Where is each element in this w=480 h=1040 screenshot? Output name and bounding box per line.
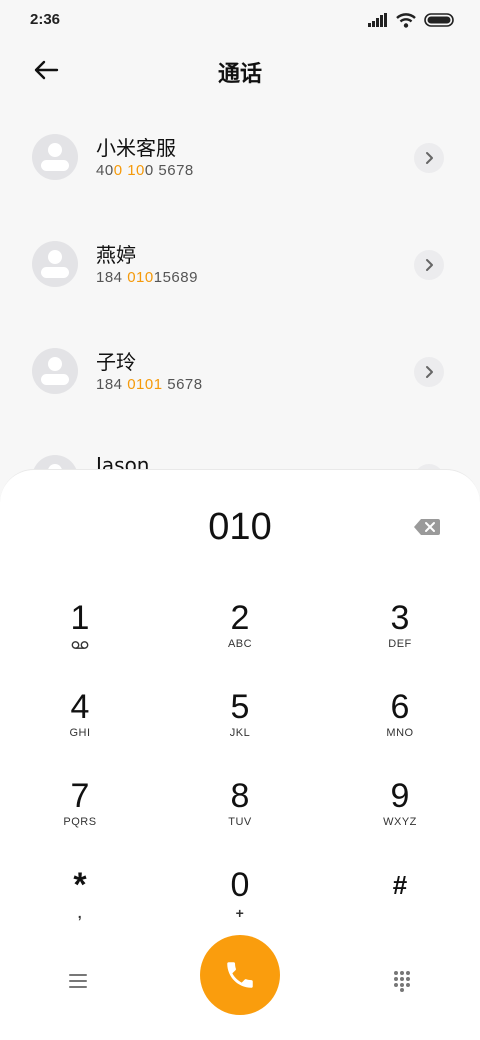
key-4[interactable]: 4 GHI bbox=[20, 685, 140, 765]
key-letters: , bbox=[77, 905, 83, 921]
contact-number: 184 0101 5678 bbox=[96, 376, 203, 393]
call-button[interactable] bbox=[200, 935, 280, 1015]
key-letters: GHI bbox=[69, 727, 91, 739]
backspace-button[interactable] bbox=[412, 516, 442, 538]
key-letters: MNO bbox=[386, 727, 414, 739]
key-digit: 4 bbox=[70, 688, 90, 726]
menu-button[interactable] bbox=[58, 961, 98, 1001]
dialed-number: 010 bbox=[208, 506, 272, 548]
key-digit: 1 bbox=[70, 599, 90, 637]
status-bar: 2:36 bbox=[0, 0, 480, 40]
wifi-icon bbox=[396, 12, 416, 28]
battery-icon bbox=[424, 13, 454, 27]
keypad-toggle-button[interactable] bbox=[382, 961, 422, 1001]
key-digit: 2 bbox=[230, 599, 250, 637]
contact-item[interactable]: 燕婷 184 01015689 bbox=[0, 227, 480, 307]
key-digit: 3 bbox=[390, 599, 410, 637]
avatar bbox=[32, 241, 78, 287]
chevron-right-icon bbox=[426, 259, 433, 271]
number-match: 0101 bbox=[127, 376, 163, 393]
voicemail-icon bbox=[71, 641, 89, 649]
contact-item[interactable]: 子玲 184 0101 5678 bbox=[0, 334, 480, 414]
contact-name: 燕婷 bbox=[96, 243, 136, 267]
key-digit: 0 bbox=[230, 866, 250, 904]
avatar bbox=[32, 134, 78, 180]
contact-number: 184 01015689 bbox=[96, 269, 198, 286]
key-digit: * bbox=[73, 866, 87, 904]
key-digit: # bbox=[392, 870, 408, 900]
contact-item[interactable]: 小米客服 400 100 5678 bbox=[0, 120, 480, 200]
key-letters: WXYZ bbox=[383, 816, 417, 828]
number-part: 15689 bbox=[153, 269, 198, 286]
contact-detail-button[interactable] bbox=[414, 357, 444, 387]
key-8[interactable]: 8 TUV bbox=[180, 774, 300, 854]
contact-name: 小米客服 bbox=[96, 136, 176, 160]
key-digit: 5 bbox=[230, 688, 250, 726]
key-digit: 8 bbox=[230, 777, 250, 815]
signal-icon bbox=[368, 13, 387, 27]
page-title: 通话 bbox=[217, 62, 262, 87]
status-time: 2:36 bbox=[30, 11, 61, 28]
chevron-right-icon bbox=[426, 366, 433, 378]
key-7[interactable]: 7 PQRS bbox=[20, 774, 140, 854]
key-digit: 6 bbox=[390, 688, 410, 726]
dialer-actions bbox=[0, 935, 480, 1021]
key-star[interactable]: * , bbox=[20, 863, 140, 943]
contact-number: 400 100 5678 bbox=[96, 162, 194, 179]
number-part: 184 bbox=[96, 376, 128, 393]
number-part: 40 bbox=[96, 162, 114, 179]
phone-icon bbox=[227, 962, 253, 988]
key-0[interactable]: 0 + bbox=[180, 863, 300, 943]
key-letters: + bbox=[235, 905, 245, 921]
number-part: 5678 bbox=[162, 376, 203, 393]
key-9[interactable]: 9 WXYZ bbox=[340, 774, 460, 854]
key-3[interactable]: 3 DEF bbox=[340, 596, 460, 676]
dialer-panel: 010 1 2 ABC 3 DEF 4 GHI 5 JKL 6 MNO 7 PQ… bbox=[0, 469, 480, 1040]
key-letters: TUV bbox=[228, 816, 252, 828]
key-letters: DEF bbox=[388, 638, 412, 650]
key-letters: ABC bbox=[227, 638, 253, 650]
menu-icon bbox=[69, 974, 87, 988]
key-digit: 9 bbox=[390, 777, 410, 815]
number-part: 184 bbox=[96, 269, 128, 286]
contact-name: 子玲 bbox=[96, 350, 136, 374]
dialpad-icon bbox=[394, 971, 410, 992]
number-part: 0 5678 bbox=[144, 162, 194, 179]
key-hash[interactable]: # bbox=[340, 863, 460, 943]
number-match: 10 bbox=[127, 162, 145, 179]
contact-detail-button[interactable] bbox=[414, 143, 444, 173]
status-icons bbox=[368, 12, 454, 28]
key-5[interactable]: 5 JKL bbox=[180, 685, 300, 765]
backspace-icon bbox=[414, 519, 440, 535]
avatar bbox=[32, 348, 78, 394]
chevron-right-icon bbox=[426, 152, 433, 164]
key-digit: 7 bbox=[70, 777, 90, 815]
key-6[interactable]: 6 MNO bbox=[340, 685, 460, 765]
number-match: 010 bbox=[127, 269, 154, 286]
key-letters: JKL bbox=[229, 727, 251, 739]
key-letters: PQRS bbox=[63, 816, 97, 828]
number-match: 0 bbox=[113, 162, 123, 179]
header: 通话 bbox=[0, 40, 480, 100]
key-1[interactable]: 1 bbox=[20, 596, 140, 676]
contact-detail-button[interactable] bbox=[414, 250, 444, 280]
key-2[interactable]: 2 ABC bbox=[180, 596, 300, 676]
